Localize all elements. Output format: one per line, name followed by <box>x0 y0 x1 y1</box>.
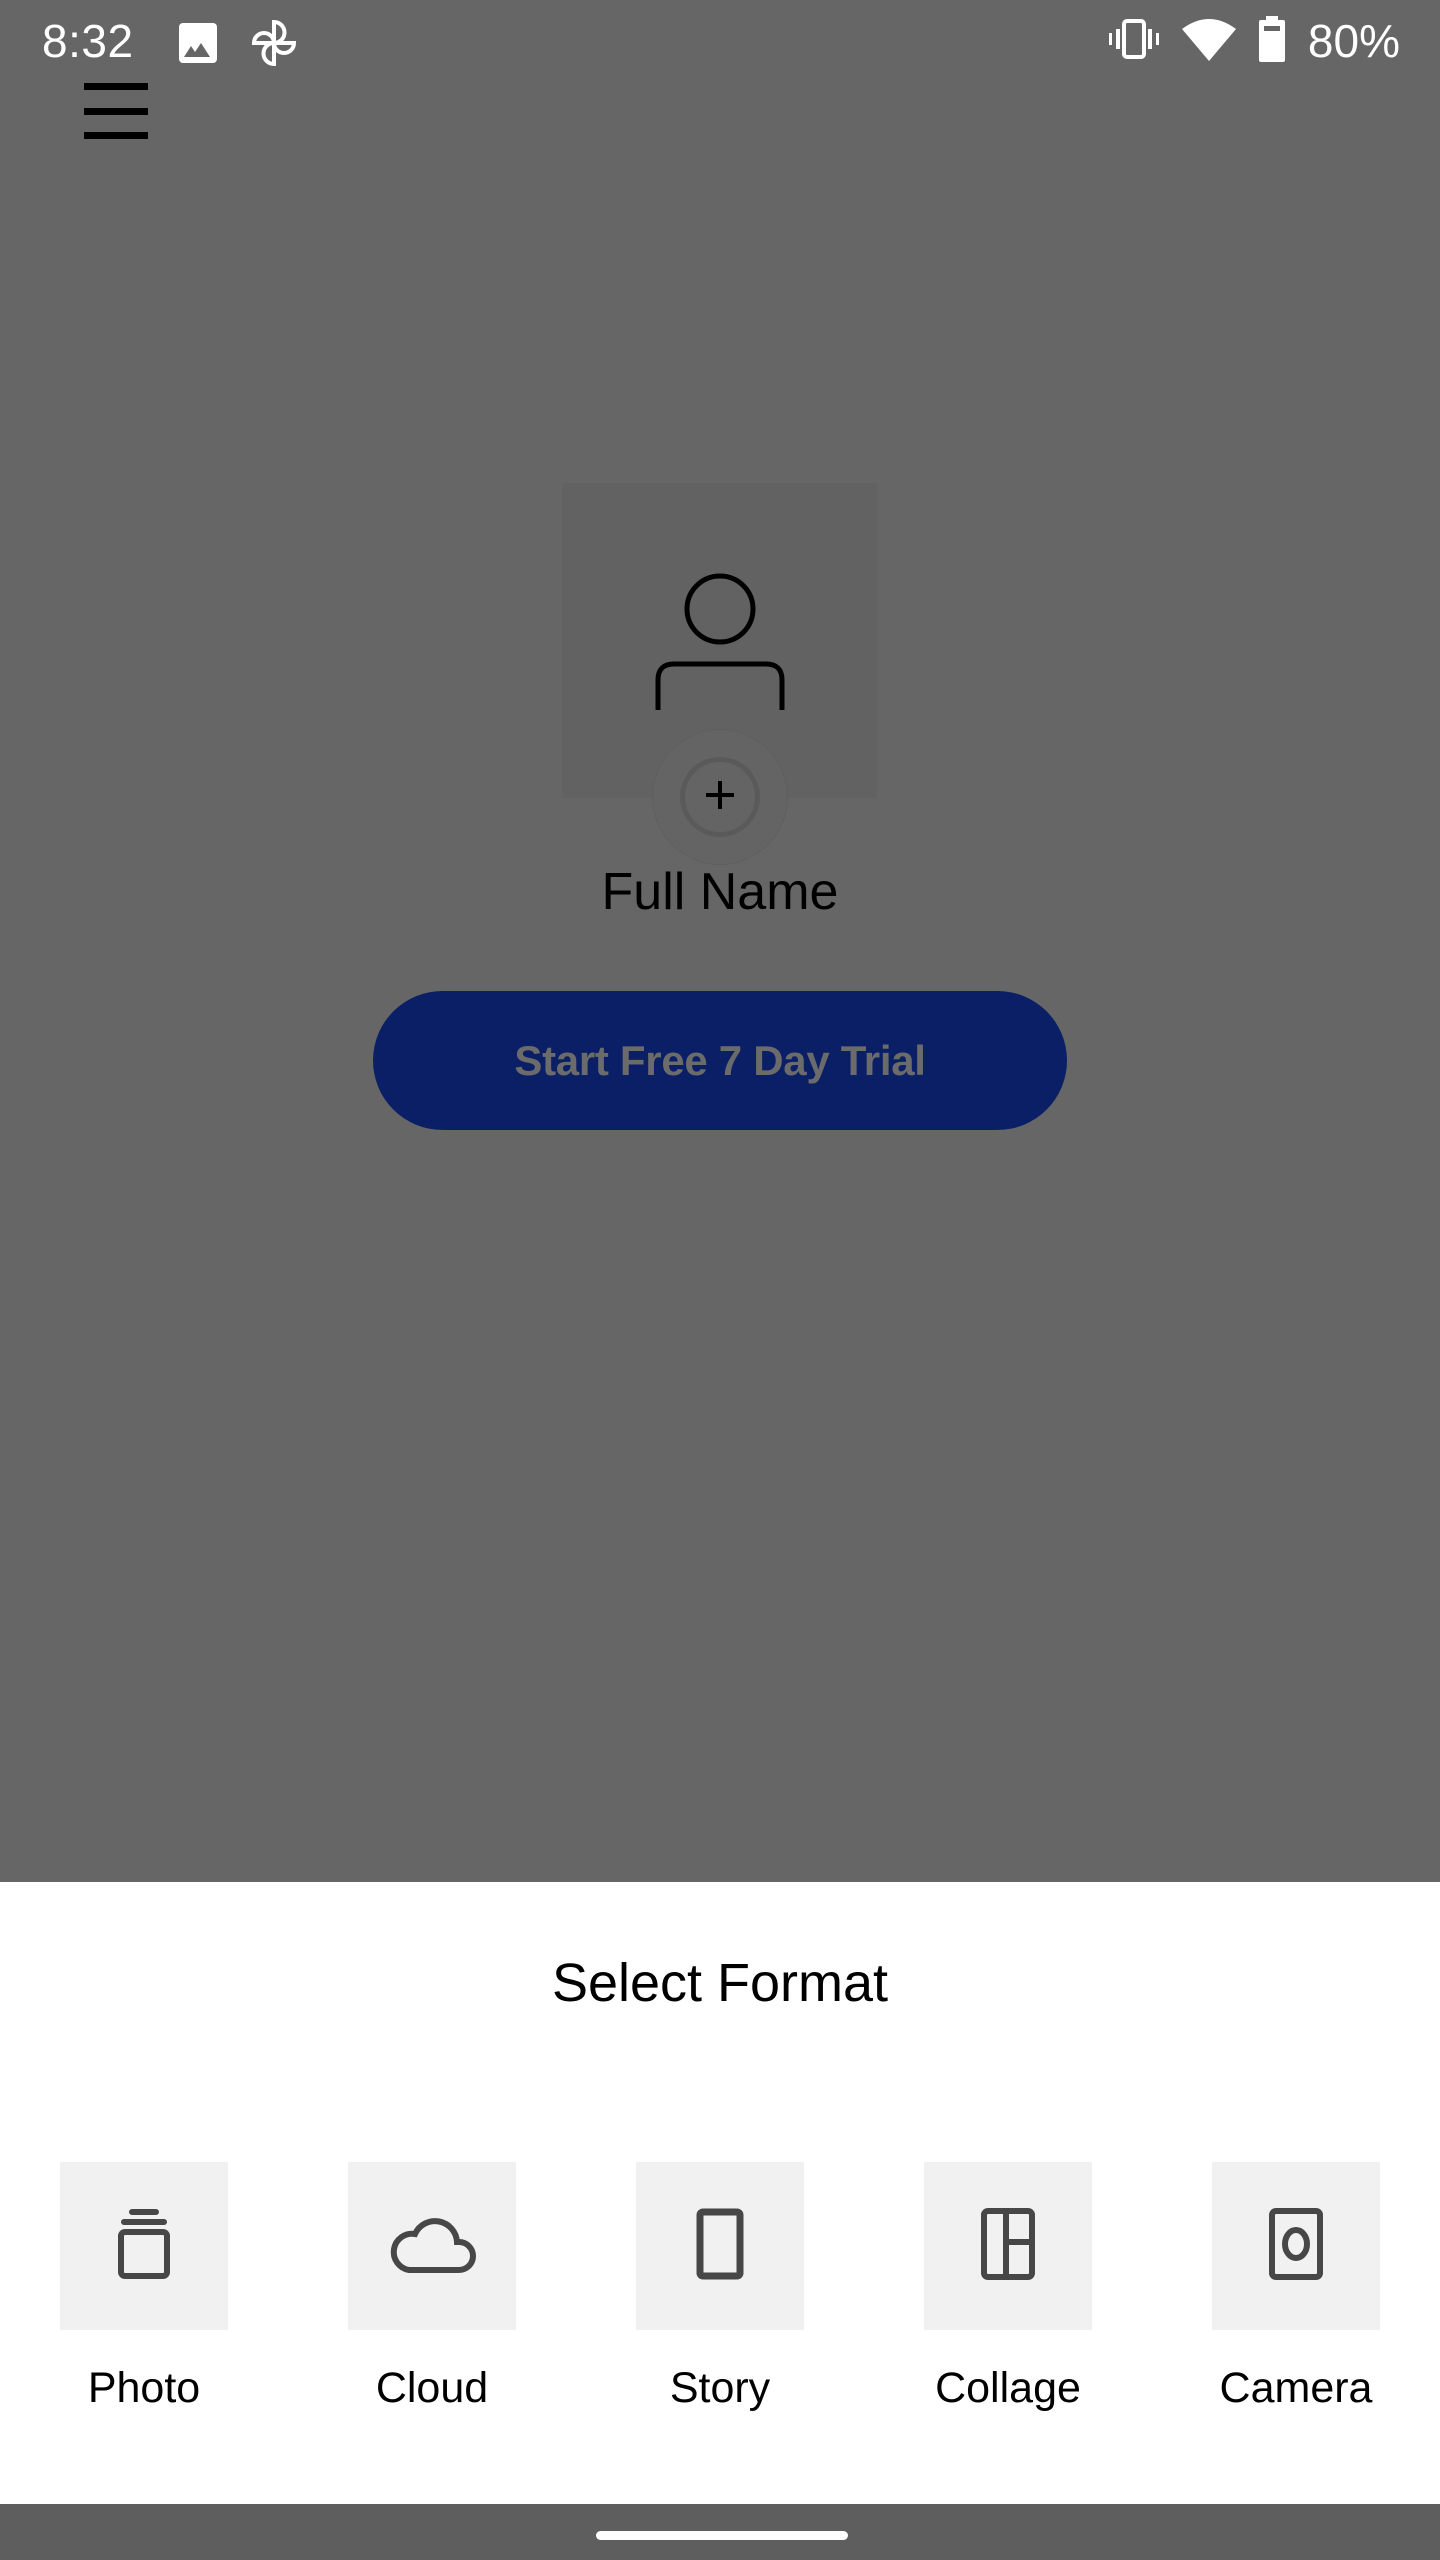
format-label: Story <box>669 2364 771 2412</box>
home-handle[interactable] <box>596 2531 848 2540</box>
format-label: Photo <box>87 2364 201 2412</box>
wifi-icon <box>1181 17 1236 66</box>
format-option-story[interactable]: Story <box>636 2162 804 2412</box>
tile-collage-box <box>924 2162 1092 2330</box>
tile-story-box <box>636 2162 804 2330</box>
tile-photo-box <box>60 2162 228 2330</box>
format-label: Camera <box>1219 2364 1373 2412</box>
sheet-title: Select Format <box>551 1953 889 2013</box>
battery-icon <box>1258 15 1286 67</box>
plus-icon <box>704 779 736 816</box>
format-label: Collage <box>935 2364 1081 2412</box>
hamburger-menu-icon[interactable] <box>84 80 148 142</box>
status-right: 80% <box>1108 14 1400 68</box>
add-photo-button[interactable] <box>680 757 760 837</box>
full-name: Full Name <box>601 863 839 921</box>
pinwheel-icon <box>251 18 297 73</box>
status-left-icons <box>178 18 297 73</box>
collage-icon <box>981 2207 1035 2285</box>
cloud-icon <box>387 2212 477 2281</box>
camera-icon <box>1269 2207 1323 2285</box>
format-label: Cloud <box>375 2364 489 2412</box>
user-icon <box>655 572 785 717</box>
status-time: 8:32 <box>42 15 134 67</box>
image-icon <box>178 22 218 69</box>
photo-stack-icon <box>108 2208 180 2285</box>
tile-cloud-box <box>348 2162 516 2330</box>
story-icon <box>696 2208 744 2285</box>
vibrate-icon <box>1108 18 1160 64</box>
format-option-camera[interactable]: Camera <box>1212 2162 1380 2412</box>
format-option-photo[interactable]: Photo <box>60 2162 228 2412</box>
start-trial-button[interactable]: Start Free 7 Day Trial <box>373 991 1067 1130</box>
format-option-cloud[interactable]: Cloud <box>348 2162 516 2412</box>
battery-percent: 80% <box>1307 15 1400 67</box>
tile-camera-box <box>1212 2162 1380 2330</box>
format-option-collage[interactable]: Collage <box>924 2162 1092 2412</box>
